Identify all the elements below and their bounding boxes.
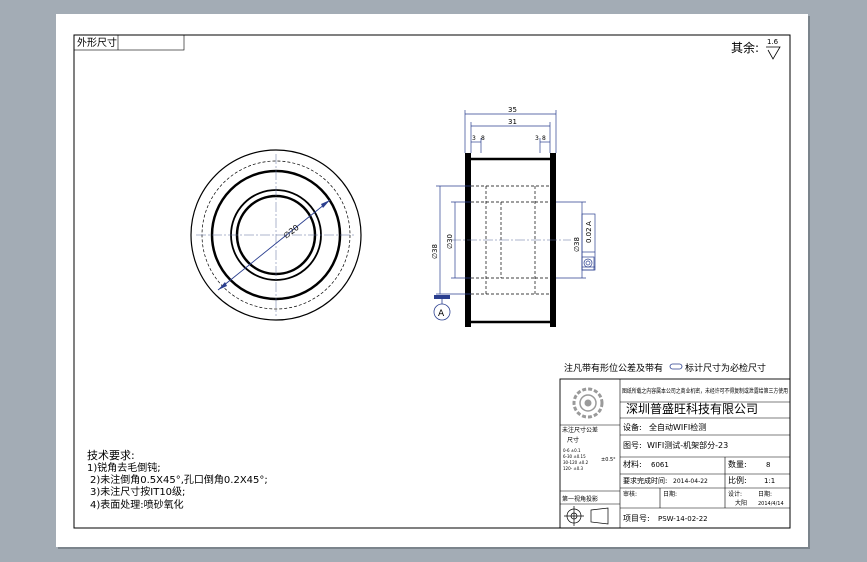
tech-heading: 技术要求: <box>87 449 135 462</box>
company-name: 深圳普盛旺科技有限公司 <box>626 401 758 416</box>
drawing-canvas: 外形尺寸 其余: 1.6 ∅20 35 31 3 8 3 8 ∅38 ∅30 A… <box>73 34 791 529</box>
header-text: 图纸所载之内容属本公司之商业机密，未经许可不得复制或泄露给第三方使用 <box>622 387 788 395</box>
company-logo-icon <box>572 387 604 419</box>
notes-part2: 标计尺寸为必检尺寸 <box>685 362 766 374</box>
material-value: 6061 <box>651 461 669 469</box>
tech-item-1: 1)锐角去毛倒钝; <box>87 461 161 474</box>
tol-row-3: 30-120 ±0.2 <box>563 460 589 465</box>
check-date-label: 日期: <box>663 490 677 498</box>
project-value: PSW-14-02-22 <box>658 515 708 523</box>
inner-frame <box>73 34 791 529</box>
notes-part1: 注凡带有形位公差及带有 <box>564 362 663 374</box>
corner-label: 外形尺寸 <box>77 36 117 49</box>
tol-row-2: 6-30 ±0.15 <box>563 454 586 459</box>
inspection-symbol-icon <box>669 363 683 370</box>
dim-dia-right: ∅38 <box>573 237 581 252</box>
due-label: 要求完成时间: <box>623 476 667 485</box>
datum-letter: A <box>438 309 445 319</box>
projection-symbol-icon <box>564 506 609 526</box>
tolerance-value: 0.02 <box>585 227 593 243</box>
dim-dia-bore: ∅30 <box>446 234 454 249</box>
drawing-no-value: WIFI测试-机架部分-23 <box>647 440 728 450</box>
top-dimension-lines <box>464 110 557 153</box>
design-label: 设计: <box>728 490 742 498</box>
tech-item-2: 2)未注倒角0.5X45°,孔口倒角0.2X45°; <box>90 473 268 486</box>
dim-chamfer-right: 8 <box>542 135 546 142</box>
tol-row-1: 0-6 ±0.1 <box>563 448 581 453</box>
designer-value: 大阳 <box>735 499 747 507</box>
dim-chamfer-left: 8 <box>481 135 485 142</box>
tech-item-3: 3)未注尺寸按IT10级; <box>90 485 185 498</box>
roughness-value: 1.6 <box>767 38 779 46</box>
due-value: 2014-04-22 <box>673 478 708 485</box>
tol-row-4: 120- ±0.3 <box>563 466 584 471</box>
qty-label: 数量: <box>728 459 747 469</box>
drawing-sheet: 外形尺寸 其余: 1.6 ∅20 35 31 3 8 3 8 ∅38 ∅30 A… <box>56 14 808 547</box>
tolerance-datum: A <box>585 221 593 226</box>
roughness-symbol-icon <box>766 46 781 60</box>
dim-flange-right: 3 <box>535 135 539 142</box>
scale-label: 比例: <box>728 475 747 485</box>
dim-flange-left: 3 <box>472 135 476 142</box>
device-label: 设备: <box>623 422 642 432</box>
tol-title: 未注尺寸公差 <box>562 426 598 434</box>
dim-overall-length: 35 <box>508 106 517 114</box>
device-value: 全自动WIFI检测 <box>649 422 706 432</box>
side-view <box>451 153 571 327</box>
drawing-no-label: 图号: <box>623 441 642 450</box>
project-label: 项目号: <box>623 514 650 523</box>
tech-item-4: 4)表面处理:喷砂氧化 <box>90 498 184 511</box>
roughness-label: 其余: <box>731 40 759 55</box>
material-label: 材料: <box>623 459 642 469</box>
design-date-value: 2014/4/14 <box>758 501 784 507</box>
angle-tol: ±0.5° <box>601 457 616 463</box>
dim-inner-length: 31 <box>508 118 517 126</box>
tol-sub: 尺寸 <box>567 436 579 444</box>
check-label: 审核: <box>623 490 637 498</box>
dim-dia-outer: ∅38 <box>431 244 439 259</box>
qty-value: 8 <box>766 461 770 469</box>
design-date-label: 日期: <box>758 490 772 498</box>
front-view <box>190 149 362 321</box>
scale-value: 1:1 <box>764 477 775 485</box>
view-label: 第一视角投影 <box>562 495 598 503</box>
